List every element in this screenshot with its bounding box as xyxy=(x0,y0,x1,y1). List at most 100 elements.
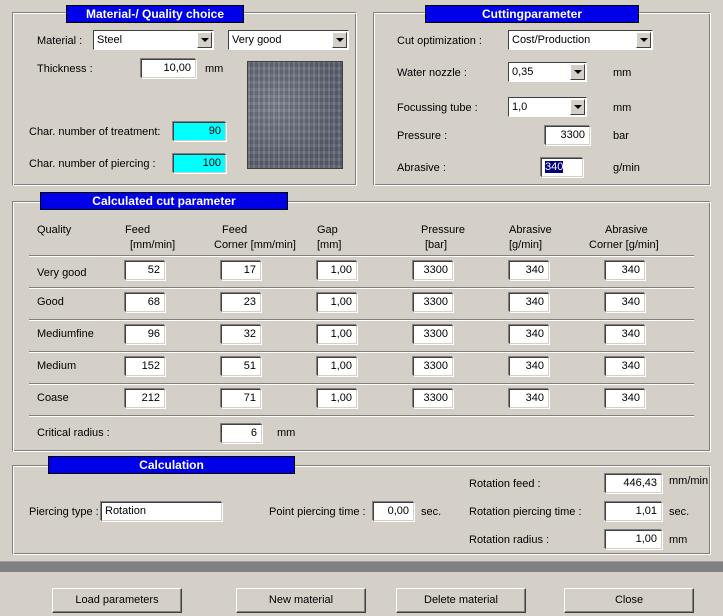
table-cell-abr-corner: 340 xyxy=(605,325,645,344)
table-cell-corner: 51 xyxy=(221,357,261,376)
material-label: Material : xyxy=(37,35,83,47)
calculated-cut-title: Calculated cut parameter xyxy=(40,192,288,210)
table-cell-feed: 96 xyxy=(125,325,165,344)
critical-radius-unit: mm xyxy=(277,427,296,439)
water-nozzle-value: 0,35 xyxy=(512,66,534,78)
table-cell-pressure: 3300 xyxy=(413,357,453,376)
piercing-type-input[interactable]: Rotation xyxy=(101,502,222,521)
column-header-unit: Corner [mm/min] xyxy=(214,239,296,251)
table-cell-pressure: 3300 xyxy=(413,389,453,408)
table-cell-feed: 68 xyxy=(125,293,165,312)
material-select[interactable]: Steel xyxy=(93,30,214,50)
rotation-radius-label: Rotation radius : xyxy=(469,534,550,546)
column-header: Pressure xyxy=(421,224,466,236)
material-quality-title: Material-/ Quality choice xyxy=(66,5,244,23)
chevron-down-icon[interactable] xyxy=(197,32,212,48)
table-cell-pressure: 3300 xyxy=(413,261,453,280)
pressure-label: Pressure : xyxy=(397,130,448,142)
column-header: Quality xyxy=(37,224,72,236)
row-divider xyxy=(29,383,694,385)
table-cell-feed: 52 xyxy=(125,261,165,280)
quality-select[interactable]: Very good xyxy=(228,30,349,50)
table-cell-abrasive: 340 xyxy=(509,261,549,280)
pressure-unit: bar xyxy=(613,130,629,142)
treatment-label: Char. number of treatment: xyxy=(29,126,161,138)
table-cell-abrasive: 340 xyxy=(509,389,549,408)
water-nozzle-unit: mm xyxy=(613,67,632,79)
column-header-unit: [mm] xyxy=(317,239,342,251)
abrasive-label: Abrasive : xyxy=(397,162,446,174)
table-cell-feed: 152 xyxy=(125,357,165,376)
rotation-feed-unit: mm/min xyxy=(669,475,709,487)
chevron-down-icon[interactable] xyxy=(636,32,651,48)
close-button[interactable]: Close xyxy=(564,588,694,613)
column-header: Feed xyxy=(222,224,248,236)
table-cell-abr-corner: 340 xyxy=(605,261,645,280)
abrasive-input-value: 340 xyxy=(545,161,564,173)
column-header: Feed xyxy=(125,224,151,236)
material-surface-image xyxy=(247,61,343,169)
abrasive-input[interactable]: 340 xyxy=(541,158,583,177)
row-divider xyxy=(29,255,694,257)
table-cell-gap: 1,00 xyxy=(317,357,357,376)
quality-select-value: Very good xyxy=(232,34,282,46)
column-header: Gap xyxy=(317,224,338,236)
table-cell-corner: 32 xyxy=(221,325,261,344)
piercing-value: 100 xyxy=(173,154,226,173)
thickness-label: Thickness : xyxy=(37,63,93,75)
table-cell-corner: 23 xyxy=(221,293,261,312)
new-material-button[interactable]: New material xyxy=(236,588,366,613)
material-select-value: Steel xyxy=(97,34,123,46)
delete-material-button[interactable]: Delete material xyxy=(396,588,526,613)
column-header-unit: Corner [g/min] xyxy=(589,239,659,251)
piercing-label: Char. number of piercing : xyxy=(29,158,156,170)
chevron-down-icon[interactable] xyxy=(570,64,585,80)
focussing-tube-unit: mm xyxy=(613,102,632,114)
load-parameters-button[interactable]: Load parameters xyxy=(52,588,182,613)
point-piercing-label: Point piercing time : xyxy=(269,506,366,518)
thickness-input[interactable]: 10,00 xyxy=(141,59,196,78)
thickness-unit: mm xyxy=(205,63,224,75)
row-divider xyxy=(29,319,694,321)
column-header: Abrasive xyxy=(605,224,648,236)
calculation-title: Calculation xyxy=(48,456,295,474)
focussing-tube-value: 1,0 xyxy=(512,101,528,113)
table-cell-corner: 71 xyxy=(221,389,261,408)
table-cell-gap: 1,00 xyxy=(317,389,357,408)
water-nozzle-select[interactable]: 0,35 xyxy=(508,62,587,82)
table-cell-abrasive: 340 xyxy=(509,325,549,344)
cut-optimization-select[interactable]: Cost/Production xyxy=(508,30,653,50)
table-cell-corner: 17 xyxy=(221,261,261,280)
table-cell-gap: 1,00 xyxy=(317,325,357,344)
rotation-piercing-value: 1,01 xyxy=(605,502,662,521)
row-divider xyxy=(29,415,694,417)
chevron-down-icon[interactable] xyxy=(332,32,347,48)
rotation-piercing-label: Rotation piercing time : xyxy=(469,506,582,518)
column-header: Abrasive xyxy=(509,224,552,236)
rotation-feed-label: Rotation feed : xyxy=(469,478,541,490)
column-header-unit: [g/min] xyxy=(509,239,543,251)
table-cell-gap: 1,00 xyxy=(317,293,357,312)
table-cell-feed: 212 xyxy=(125,389,165,408)
treatment-value: 90 xyxy=(173,122,226,141)
table-cell-gap: 1,00 xyxy=(317,261,357,280)
cutting-parameter-title: Cuttingparameter xyxy=(425,5,639,23)
table-cell-abr-corner: 340 xyxy=(605,389,645,408)
status-separator xyxy=(0,561,723,572)
rotation-radius-value: 1,00 xyxy=(605,530,662,549)
focussing-tube-select[interactable]: 1,0 xyxy=(508,97,587,117)
quality-row-label: Coase xyxy=(37,392,69,404)
rotation-radius-unit: mm xyxy=(669,534,688,546)
rotation-feed-value: 446,43 xyxy=(605,474,662,493)
pressure-input[interactable]: 3300 xyxy=(545,126,590,145)
table-cell-abrasive: 340 xyxy=(509,293,549,312)
table-cell-abrasive: 340 xyxy=(509,357,549,376)
chevron-down-icon[interactable] xyxy=(570,99,585,115)
table-cell-abr-corner: 340 xyxy=(605,293,645,312)
rotation-piercing-unit: sec. xyxy=(669,506,690,518)
row-divider xyxy=(29,287,694,289)
cut-optimization-label: Cut optimization : xyxy=(397,35,482,47)
water-nozzle-label: Water nozzle : xyxy=(397,67,467,79)
focussing-tube-label: Focussing tube : xyxy=(397,102,478,114)
row-divider xyxy=(29,351,694,353)
